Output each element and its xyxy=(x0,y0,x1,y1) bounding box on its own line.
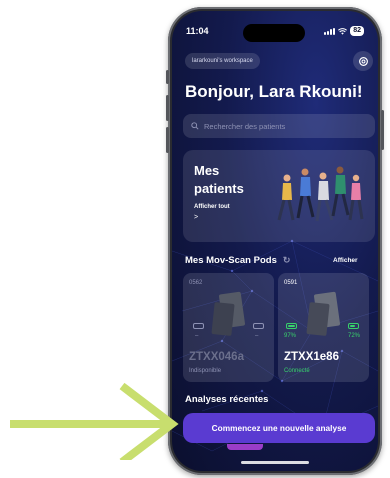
battery-icon xyxy=(286,323,297,329)
chevron-right-icon: > xyxy=(194,214,199,221)
show-all-link[interactable]: Afficher tout xyxy=(194,204,230,210)
new-analysis-button[interactable]: Commencez une nouvelle analyse xyxy=(183,413,375,443)
power-button xyxy=(381,110,384,150)
walking-people-illustration xyxy=(277,166,364,222)
pod-device-image xyxy=(306,291,341,336)
pod-battery-right: – xyxy=(255,333,259,339)
pod-status: Connecté xyxy=(284,368,310,374)
settings-button[interactable] xyxy=(353,51,373,71)
pod-card[interactable]: 0591 97% 72% ZTXX1e86 Connecté xyxy=(278,273,369,382)
patients-card[interactable]: Mes patients Afficher tout > xyxy=(183,150,375,242)
pods-section-title: Mes Mov-Scan Pods xyxy=(185,255,277,266)
wifi-icon xyxy=(338,27,348,35)
pod-id: 0591 xyxy=(284,280,298,286)
search-icon xyxy=(191,122,199,130)
signal-icon xyxy=(324,27,336,35)
pod-battery-left: 97% xyxy=(284,333,297,339)
battery-icon xyxy=(348,323,359,329)
refresh-icon[interactable]: ↻ xyxy=(283,255,291,266)
pod-name: ZTXX1e86 xyxy=(284,351,339,363)
arrow-pointer-icon xyxy=(10,382,179,460)
search-input[interactable]: Rechercher des patients xyxy=(183,114,375,138)
page-title: Bonjour, Lara Rkouni! xyxy=(185,82,363,101)
home-indicator xyxy=(241,461,309,464)
status-bar: 11:04 82 xyxy=(186,23,364,39)
search-placeholder: Rechercher des patients xyxy=(204,121,286,131)
app-screen: 11:04 82 lararkouni's workspace Bonjour,… xyxy=(172,11,378,471)
patients-card-title: Mes patients xyxy=(194,163,244,196)
pod-battery-right: 72% xyxy=(348,333,361,339)
battery-icon xyxy=(253,323,264,329)
volume-down-button xyxy=(166,127,169,153)
battery-icon: 82 xyxy=(350,26,364,36)
recent-analyses-title: Analyses récentes xyxy=(185,394,269,405)
workspace-selector[interactable]: lararkouni's workspace xyxy=(185,53,260,69)
pod-status: Indisponible xyxy=(189,368,222,374)
pod-name: ZTXX046a xyxy=(189,351,244,363)
gear-icon xyxy=(358,56,368,66)
pod-battery-left: – xyxy=(195,333,199,339)
pod-card[interactable]: 0562 – – ZTXX046a Indisponible xyxy=(183,273,274,382)
pod-id: 0562 xyxy=(189,280,203,286)
volume-up-button xyxy=(166,95,169,121)
mute-switch xyxy=(166,70,169,84)
pods-show-all-link[interactable]: Afficher xyxy=(333,257,358,264)
battery-icon xyxy=(193,323,204,329)
status-time: 11:04 xyxy=(186,26,209,36)
pods-section-header: Mes Mov-Scan Pods ↻ xyxy=(185,255,290,266)
pod-device-image xyxy=(211,291,246,336)
analysis-item-preview xyxy=(227,444,263,450)
